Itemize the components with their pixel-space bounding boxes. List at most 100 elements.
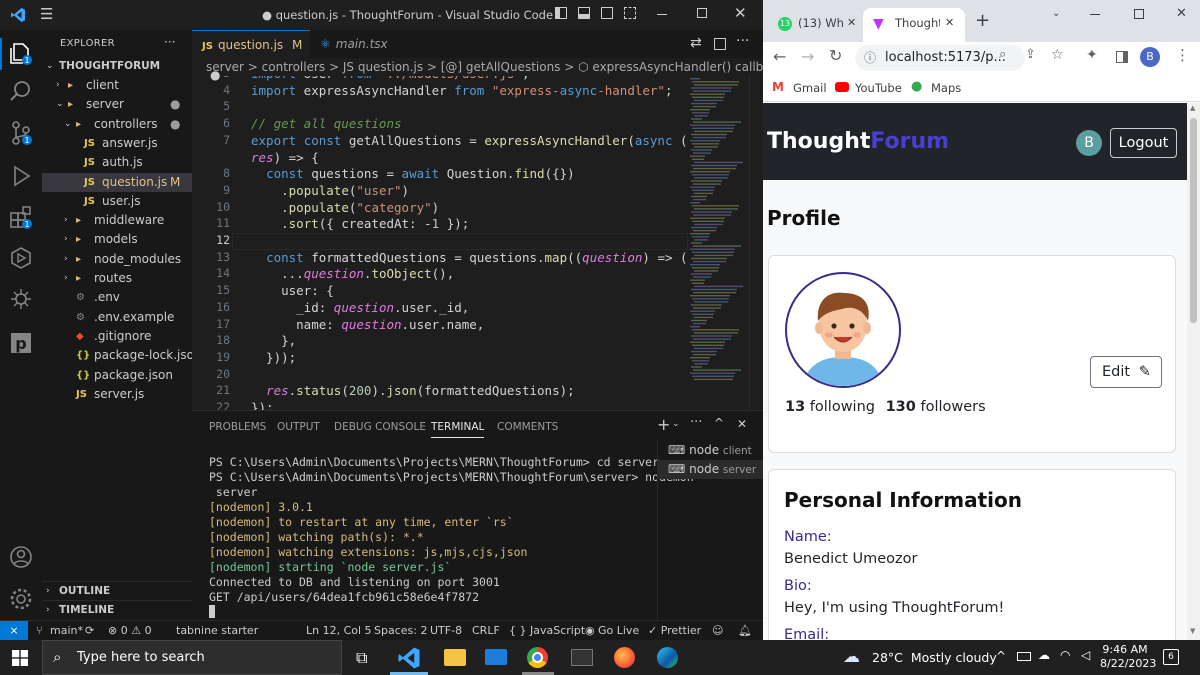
- golive-status[interactable]: Go Live: [598, 621, 639, 641]
- file-question-js[interactable]: JS question.js M: [42, 172, 192, 192]
- project-root[interactable]: ⌄ THOUGHTFORUM: [42, 57, 192, 76]
- side-panel-icon[interactable]: [1116, 51, 1128, 63]
- chrome-minimize-button[interactable]: [1090, 14, 1100, 15]
- tab-debug-console[interactable]: DEBUG CONSOLE: [334, 421, 426, 433]
- weather-text[interactable]: 28°C Mostly cloudy: [872, 650, 997, 665]
- site-brand[interactable]: ThoughtForum: [767, 129, 949, 154]
- zoom-icon[interactable]: ⌕: [999, 47, 1006, 62]
- following-label[interactable]: following: [810, 399, 875, 415]
- terminal-instance-server[interactable]: ⌨ node server: [658, 460, 763, 479]
- file-server-js[interactable]: JS server.js: [42, 385, 192, 404]
- terminal-output[interactable]: PS C:\Users\Admin\Documents\Projects\MER…: [209, 455, 694, 605]
- account-icon[interactable]: [8, 544, 34, 570]
- branch-status[interactable]: main*: [50, 621, 83, 641]
- source-control-icon[interactable]: 1: [8, 120, 34, 146]
- problems-status[interactable]: ⊗ 0 ⚠ 0: [108, 621, 152, 641]
- folder-client[interactable]: › ▸ client: [42, 76, 192, 95]
- tray-chevron-icon[interactable]: ^: [996, 649, 1006, 663]
- bookmark-maps[interactable]: Maps: [931, 81, 961, 95]
- chrome-close-button[interactable]: ✕: [1176, 6, 1187, 21]
- mail-icon[interactable]: [485, 649, 507, 665]
- windows-start-icon[interactable]: [12, 650, 28, 666]
- search-icon[interactable]: [8, 78, 34, 104]
- scroll-up-icon[interactable]: ▲: [1190, 104, 1195, 112]
- cursor-position[interactable]: Ln 12, Col 5: [306, 621, 372, 641]
- page-scrollbar[interactable]: ▲ ▼: [1187, 103, 1200, 640]
- file--env-example[interactable]: ⚙ .env.example: [42, 308, 192, 327]
- tab-thoughtforum[interactable]: ▼ Thought ✕: [863, 8, 965, 42]
- extensions-icon[interactable]: 1: [8, 204, 34, 230]
- run-debug-icon[interactable]: [8, 163, 34, 189]
- logout-button[interactable]: Logout: [1110, 128, 1177, 158]
- reload-icon[interactable]: ↻: [829, 46, 842, 65]
- new-tab-button[interactable]: +: [975, 10, 990, 31]
- explorer-icon[interactable]: 1: [8, 40, 34, 66]
- tab-main-tsx[interactable]: ⚛ main.tsx: [310, 30, 408, 58]
- folder-controllers[interactable]: ⌄ ▸ controllers ●: [42, 115, 192, 134]
- back-arrow-icon[interactable]: ←: [773, 47, 786, 66]
- file-package-lock-json[interactable]: {} package-lock.json: [42, 346, 192, 365]
- profile-avatar[interactable]: B: [1140, 47, 1160, 67]
- indent-status[interactable]: Spaces: 2: [374, 621, 427, 641]
- close-tab-icon[interactable]: ✕: [945, 8, 954, 38]
- edge-icon[interactable]: [657, 647, 678, 668]
- folder-server[interactable]: ⌄ ▸ server ●: [42, 95, 192, 114]
- chrome-taskbar-icon[interactable]: [527, 647, 548, 668]
- site-info-icon[interactable]: ⓘ: [864, 45, 876, 71]
- layout-panel-icon[interactable]: [578, 7, 590, 19]
- hamburger-menu-icon[interactable]: ☰: [40, 5, 53, 23]
- remote-indicator[interactable]: ⨯: [0, 621, 28, 641]
- split-editor-icon[interactable]: [714, 38, 726, 50]
- folder-routes[interactable]: › ▸ routes: [42, 269, 192, 288]
- tab-comments[interactable]: COMMENTS: [497, 421, 558, 433]
- p-extension-icon[interactable]: p: [8, 330, 34, 356]
- tabnine-status[interactable]: tabnine starter: [176, 621, 258, 641]
- bookmark-gmail[interactable]: Gmail: [793, 81, 827, 95]
- layout-sidebar-icon[interactable]: [555, 7, 567, 19]
- testing-icon[interactable]: [8, 286, 34, 312]
- encoding-status[interactable]: UTF-8: [430, 621, 462, 641]
- file--gitignore[interactable]: ◆ .gitignore: [42, 327, 192, 346]
- tab-terminal[interactable]: TERMINAL: [431, 421, 485, 438]
- terminal-dropdown-icon[interactable]: ⌄: [672, 419, 680, 429]
- tab-whatsapp[interactable]: 13 (13) Wha ✕: [769, 8, 861, 42]
- customize-layout-icon[interactable]: [624, 7, 636, 19]
- scroll-down-icon[interactable]: ▼: [1190, 627, 1195, 635]
- edit-profile-button[interactable]: Edit ✎: [1090, 356, 1162, 388]
- file-package-json[interactable]: {} package.json: [42, 366, 192, 385]
- minimize-button[interactable]: [657, 14, 667, 15]
- tab-search-icon[interactable]: ⌄: [1052, 8, 1060, 19]
- share-icon[interactable]: ⇪: [1025, 47, 1036, 62]
- file-answer-js[interactable]: JS answer.js: [42, 134, 192, 153]
- language-status[interactable]: { } JavaScript: [509, 621, 585, 641]
- nav-avatar[interactable]: B: [1076, 130, 1102, 156]
- folder-models[interactable]: › ▸ models: [42, 230, 192, 249]
- followers-label[interactable]: followers: [920, 399, 985, 415]
- terminal-instance-client[interactable]: ⌨ node client: [658, 441, 763, 460]
- tray-wifi-icon[interactable]: ◠: [1060, 648, 1070, 662]
- layout-secondary-icon[interactable]: [601, 7, 613, 19]
- tab-output[interactable]: OUTPUT: [277, 421, 320, 433]
- notification-icon[interactable]: 6: [1163, 649, 1179, 665]
- folder-node-modules[interactable]: › ▸ node_modules: [42, 250, 192, 269]
- code-editor[interactable]: 3 import User from "../models/user.js"; 4 i…: [192, 76, 688, 410]
- tray-volume-icon[interactable]: ◁: [1081, 648, 1090, 662]
- close-button[interactable]: ✕: [734, 4, 747, 22]
- maximize-button[interactable]: [697, 8, 707, 18]
- scroll-thumb[interactable]: [1190, 118, 1197, 323]
- file--env[interactable]: ⚙ .env: [42, 288, 192, 307]
- close-tab-icon[interactable]: ✕: [847, 8, 856, 38]
- close-panel-icon[interactable]: ✕: [737, 417, 747, 431]
- file-auth-js[interactable]: JS auth.js: [42, 153, 192, 172]
- compare-changes-icon[interactable]: ⇄: [690, 35, 702, 51]
- editor-more-icon[interactable]: ···: [736, 33, 749, 49]
- chrome-maximize-button[interactable]: [1134, 9, 1144, 19]
- bell-icon[interactable]: 🔔︎: [738, 621, 752, 641]
- maximize-panel-icon[interactable]: ^: [714, 416, 724, 430]
- chrome-menu-icon[interactable]: ⋮: [1175, 46, 1190, 64]
- terminal-taskbar-icon[interactable]: [571, 649, 593, 666]
- tray-battery-icon[interactable]: [1017, 652, 1031, 661]
- tab-question-js[interactable]: JS question.js M ●: [192, 30, 310, 82]
- bookmark-star-icon[interactable]: ☆: [1051, 47, 1064, 63]
- folder-middleware[interactable]: › ▸ middleware: [42, 211, 192, 230]
